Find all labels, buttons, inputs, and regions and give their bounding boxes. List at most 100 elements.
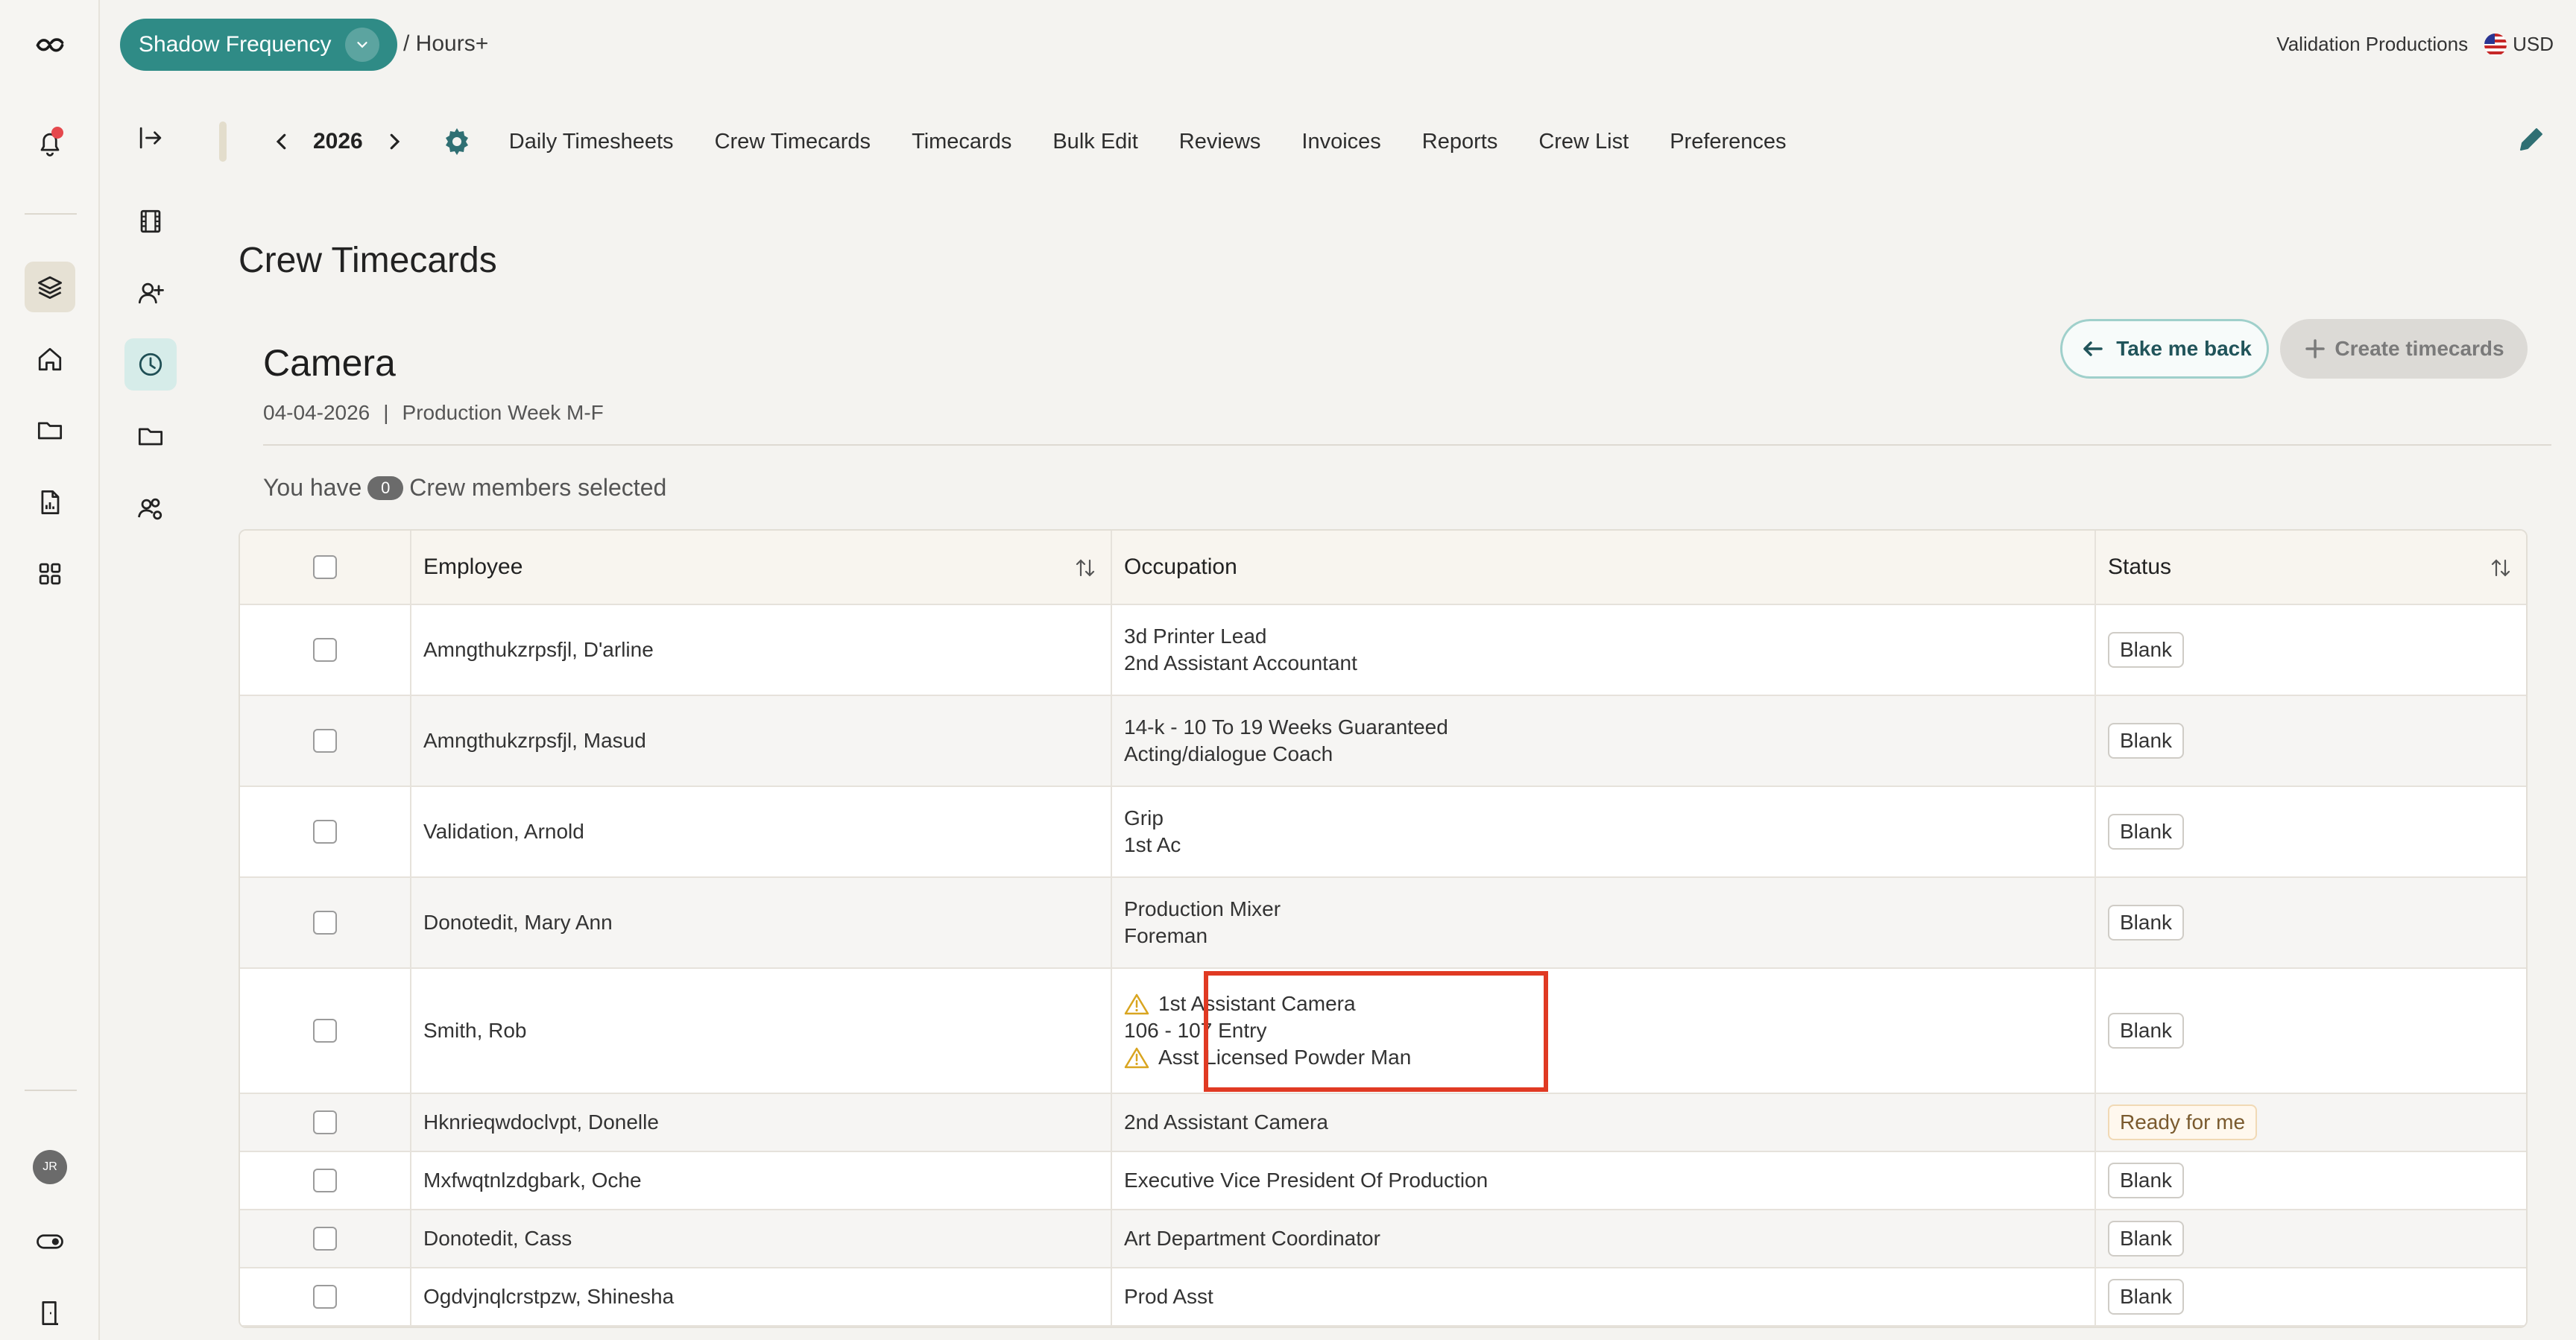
row-check-cell bbox=[240, 1152, 411, 1209]
nav-bulk-edit[interactable]: Bulk Edit bbox=[1052, 130, 1137, 154]
status-cell: Blank bbox=[2096, 696, 2526, 786]
create-timecards-button[interactable]: Create timecards bbox=[2280, 319, 2528, 379]
occupation-cell: Art Department Coordinator bbox=[1112, 1210, 2096, 1267]
gear-icon[interactable] bbox=[439, 124, 475, 159]
employee-header[interactable]: Employee bbox=[411, 531, 1112, 604]
prev-year-button[interactable] bbox=[267, 127, 297, 157]
status-badge: Blank bbox=[2108, 905, 2185, 941]
next-year-button[interactable] bbox=[379, 127, 409, 157]
table-row[interactable]: Ogdvjnqlcrstpzw, Shinesha Prod Asst Blan… bbox=[240, 1268, 2526, 1327]
occupation-cell: 3d Printer Lead 2nd Assistant Accountant bbox=[1112, 605, 2096, 695]
employee-name: Validation, Arnold bbox=[411, 787, 1112, 876]
nav-separator bbox=[219, 121, 227, 162]
table-header: Employee Occupation Status bbox=[240, 531, 2526, 605]
take-me-back-button[interactable]: Take me back bbox=[2060, 319, 2269, 379]
nav-timecards[interactable]: Timecards bbox=[912, 130, 1011, 154]
top-bar: Shadow Frequency / Hours+ Validation Pro… bbox=[100, 0, 2576, 88]
status-cell: Blank bbox=[2096, 1210, 2526, 1267]
nav-daily-timesheets[interactable]: Daily Timesheets bbox=[509, 130, 674, 154]
nav-reviews[interactable]: Reviews bbox=[1179, 130, 1261, 154]
status-cell: Blank bbox=[2096, 605, 2526, 695]
status-cell: Blank bbox=[2096, 1152, 2526, 1209]
occupation-cell: Grip 1st Ac bbox=[1112, 787, 2096, 876]
status-cell: Blank bbox=[2096, 878, 2526, 967]
selected-count-badge: 0 bbox=[367, 475, 404, 500]
breadcrumb[interactable]: / Hours+ bbox=[403, 31, 488, 57]
nav-bar: 2026 Daily Timesheets Crew Timecards Tim… bbox=[219, 116, 1828, 168]
avatar[interactable]: JR bbox=[33, 1150, 67, 1184]
row-check-cell bbox=[240, 878, 411, 967]
row-checkbox[interactable] bbox=[313, 638, 337, 662]
status-badge: Blank bbox=[2108, 1221, 2185, 1257]
home-icon[interactable] bbox=[25, 334, 75, 385]
row-checkbox[interactable] bbox=[313, 1110, 337, 1134]
week-date: 04-04-2026 bbox=[263, 401, 370, 424]
warning-icon bbox=[1124, 993, 1149, 1015]
collapse-sidebar-icon[interactable] bbox=[124, 112, 177, 164]
nav-crew-list[interactable]: Crew List bbox=[1538, 130, 1629, 154]
row-checkbox[interactable] bbox=[313, 911, 337, 935]
row-checkbox[interactable] bbox=[313, 1227, 337, 1251]
nav-reports[interactable]: Reports bbox=[1422, 130, 1498, 154]
apps-grid-icon[interactable] bbox=[25, 549, 75, 599]
table-row[interactable]: Amngthukzrpsfjl, D'arline 3d Printer Lea… bbox=[240, 605, 2526, 696]
row-check-cell bbox=[240, 696, 411, 786]
row-check-cell bbox=[240, 787, 411, 876]
plus-icon bbox=[2303, 337, 2327, 361]
status-badge: Blank bbox=[2108, 723, 2185, 759]
sort-icon[interactable] bbox=[1073, 556, 1097, 580]
table-row[interactable]: Validation, Arnold Grip 1st Ac Blank bbox=[240, 787, 2526, 878]
row-checkbox[interactable] bbox=[313, 1019, 337, 1043]
folder-icon[interactable] bbox=[25, 405, 75, 455]
warning-icon bbox=[1124, 1046, 1149, 1069]
table-row[interactable]: Donotedit, Mary Ann Production Mixer For… bbox=[240, 878, 2526, 969]
employee-name: Smith, Rob bbox=[411, 969, 1112, 1093]
global-sidebar: JR bbox=[0, 0, 100, 1340]
row-checkbox[interactable] bbox=[313, 820, 337, 844]
section-title: Camera bbox=[263, 342, 396, 384]
table-row[interactable]: Donotedit, Cass Art Department Coordinat… bbox=[240, 1210, 2526, 1268]
section-meta: 04-04-2026 | Production Week M-F bbox=[263, 401, 604, 424]
status-cell: Blank bbox=[2096, 969, 2526, 1093]
team-settings-icon[interactable] bbox=[124, 483, 177, 535]
employee-name: Amngthukzrpsfjl, D'arline bbox=[411, 605, 1112, 695]
exit-door-icon[interactable] bbox=[25, 1288, 75, 1339]
bell-icon[interactable] bbox=[25, 118, 75, 168]
status-cell: Ready for me bbox=[2096, 1094, 2526, 1151]
us-flag-icon bbox=[2484, 33, 2507, 56]
row-checkbox[interactable] bbox=[313, 1285, 337, 1309]
occupation-cell: Executive Vice President Of Production bbox=[1112, 1152, 2096, 1209]
row-checkbox[interactable] bbox=[313, 1169, 337, 1192]
company-name[interactable]: Validation Productions bbox=[2276, 33, 2468, 56]
toggle-icon[interactable] bbox=[25, 1216, 75, 1267]
status-header[interactable]: Status bbox=[2096, 531, 2526, 604]
pencil-icon[interactable] bbox=[2513, 121, 2549, 157]
layers-icon[interactable] bbox=[25, 262, 75, 312]
table-row[interactable]: Hknrieqwdoclvpt, Donelle 2nd Assistant C… bbox=[240, 1094, 2526, 1152]
table-row[interactable]: Mxfwqtnlzdgbark, Oche Executive Vice Pre… bbox=[240, 1152, 2526, 1210]
crew-table: Employee Occupation Status Amngthukzrpsf… bbox=[239, 529, 2528, 1328]
nav-preferences[interactable]: Preferences bbox=[1670, 130, 1786, 154]
occupation-cell: 14-k - 10 To 19 Weeks Guaranteed Acting/… bbox=[1112, 696, 2096, 786]
week-type: Production Week M-F bbox=[402, 401, 604, 424]
folder-icon[interactable] bbox=[124, 410, 177, 462]
project-selector[interactable]: Shadow Frequency bbox=[120, 19, 397, 71]
status-badge: Blank bbox=[2108, 1279, 2185, 1315]
clock-icon[interactable] bbox=[124, 338, 177, 391]
film-icon[interactable] bbox=[124, 195, 177, 247]
sort-icon[interactable] bbox=[2489, 556, 2513, 580]
report-file-icon[interactable] bbox=[25, 477, 75, 528]
occupation-cell: Production Mixer Foreman bbox=[1112, 878, 2096, 967]
chevron-down-icon bbox=[344, 28, 379, 62]
app-logo-icon[interactable] bbox=[25, 19, 75, 69]
row-checkbox[interactable] bbox=[313, 729, 337, 753]
selection-summary: You have 0 Crew members selected bbox=[263, 474, 667, 501]
employee-name: Hknrieqwdoclvpt, Donelle bbox=[411, 1094, 1112, 1151]
currency-selector[interactable]: USD bbox=[2484, 33, 2554, 56]
table-row[interactable]: Amngthukzrpsfjl, Masud 14-k - 10 To 19 W… bbox=[240, 696, 2526, 787]
select-all-checkbox[interactable] bbox=[313, 555, 337, 579]
add-user-icon[interactable] bbox=[124, 267, 177, 319]
top-right-info: Validation Productions USD bbox=[2276, 33, 2554, 56]
nav-crew-timecards[interactable]: Crew Timecards bbox=[715, 130, 871, 154]
nav-invoices[interactable]: Invoices bbox=[1301, 130, 1380, 154]
